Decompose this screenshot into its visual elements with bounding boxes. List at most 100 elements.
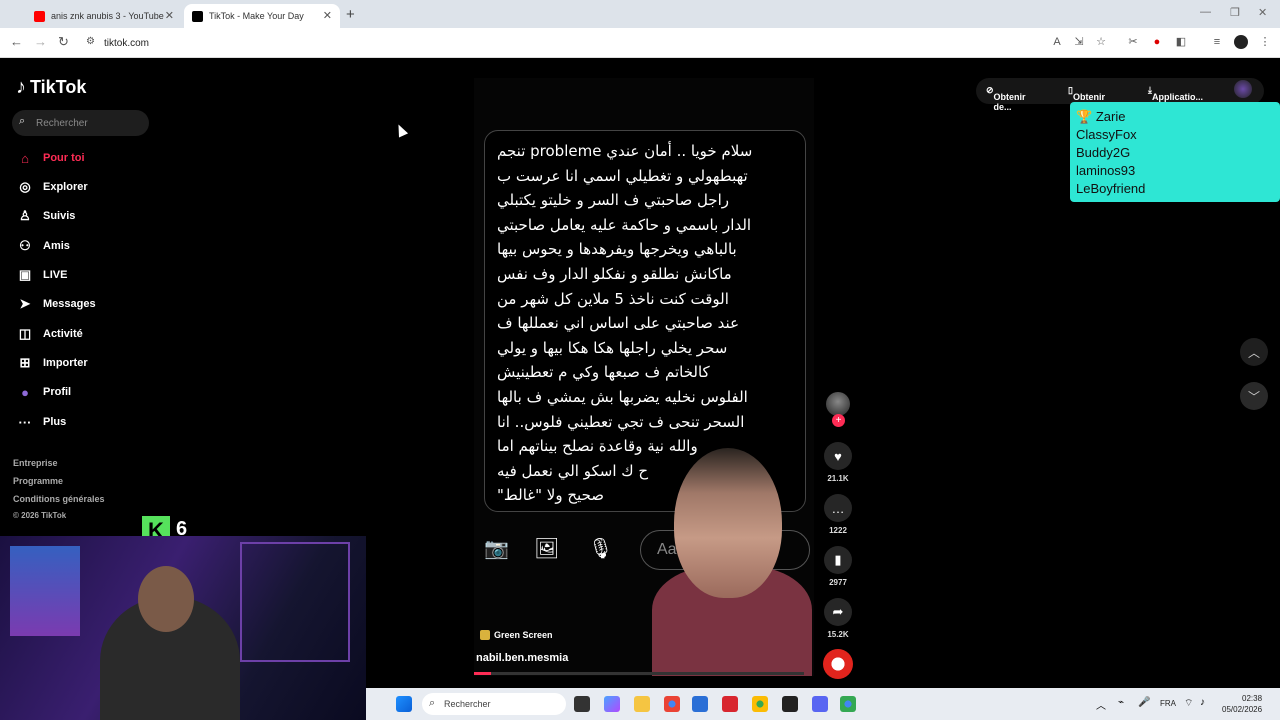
video-author[interactable]: nabil.ben.mesmia [476, 652, 568, 664]
language-indicator[interactable]: FRA [1160, 699, 1176, 708]
close-tab-icon[interactable]: ✕ [323, 9, 332, 22]
sidebar-item-label: Explorer [43, 181, 88, 193]
clock-date: 05/02/2026 [1222, 705, 1263, 714]
close-window-icon[interactable]: ✕ [1258, 6, 1267, 19]
windows-start-icon[interactable] [396, 696, 412, 712]
download-app-button[interactable]: ⤓ Applicatio... [1148, 85, 1203, 102]
obs-icon[interactable] [782, 696, 798, 712]
address-bar[interactable]: ⚙ tiktok.com [80, 32, 1040, 54]
get-coins-button[interactable]: ⊘ Obtenir de... [986, 85, 1026, 112]
close-tab-icon[interactable]: ✕ [165, 9, 174, 22]
previous-video-button[interactable]: ︿ [1240, 338, 1268, 366]
wifi-icon[interactable]: ⌔ [1184, 697, 1193, 710]
message-line: سلام خويا .. أمان عندي probleme تنجم [497, 142, 753, 160]
sidebar-item-activite[interactable]: ◫ Activité [16, 324, 83, 344]
search-icon: ⌕ [429, 697, 436, 709]
volume-icon[interactable]: ♪ [1200, 697, 1205, 708]
chrome-active-icon[interactable] [840, 696, 856, 712]
tiktok-favicon-icon [192, 10, 203, 22]
footer-link-entreprise[interactable]: Entreprise [13, 458, 58, 468]
image-icon: 🖼 [534, 538, 560, 560]
sidebar-item-label: Suivis [43, 210, 76, 222]
chrome-profile-icon[interactable] [752, 696, 768, 712]
sidebar-item-explorer[interactable]: ◎ Explorer [16, 177, 88, 197]
video-progress-bar[interactable] [474, 672, 804, 675]
message-line: بالباهي ويخرجها ويفرهدها و يحوس بيها [497, 240, 737, 259]
profile-avatar-icon[interactable] [1234, 35, 1248, 49]
tab-youtube[interactable]: anis znk anubis 3 - YouTube ✕ [26, 4, 182, 28]
message-line: ماكانش نطلقو و نفكلو الدار وف نفس [497, 264, 732, 283]
sidebar-item-label: Profil [43, 386, 72, 398]
sidebar-item-amis[interactable]: ⚇ Amis [16, 236, 70, 256]
taskbar-search[interactable]: ⌕ Rechercher [422, 693, 566, 715]
sidebar-item-plus[interactable]: ··· Plus [16, 412, 67, 432]
extension-icon[interactable]: ✂ [1126, 35, 1140, 49]
forward-icon[interactable]: → [34, 34, 47, 49]
app-icon[interactable] [722, 696, 738, 712]
chrome-icon[interactable] [664, 696, 680, 712]
reload-icon[interactable]: ↻ [58, 34, 69, 50]
share-action[interactable]: ➦ 15.2K [824, 598, 852, 639]
discord-icon[interactable] [812, 696, 828, 712]
task-view-icon[interactable] [574, 696, 590, 712]
copyright: © 2026 TikTok [13, 511, 67, 520]
back-icon[interactable]: ← [10, 34, 23, 49]
video-player[interactable]: سلام خويا .. أمان عندي probleme تنجم تهب… [474, 78, 814, 676]
opera-icon[interactable]: ● [1150, 35, 1164, 49]
sidebar-item-label: LIVE [43, 269, 68, 281]
tray-chevron-icon[interactable]: ︿ [1096, 697, 1106, 712]
system-clock[interactable]: 02:38 05/02/2026 [1222, 693, 1262, 715]
install-icon[interactable]: ⇲ [1072, 35, 1086, 49]
sidebar-item-importer[interactable]: ⊞ Importer [16, 353, 88, 373]
user-avatar[interactable] [1234, 80, 1252, 98]
creator-avatar[interactable] [826, 392, 850, 416]
puzzle-icon[interactable]: ◧ [1174, 35, 1188, 49]
store-icon[interactable] [692, 696, 708, 712]
next-video-button[interactable]: ﹀ [1240, 382, 1268, 410]
get-app-button[interactable]: ▯ Obtenir l'a... [1068, 85, 1105, 112]
sidebar-item-profil[interactable]: ● Profil [16, 382, 71, 402]
bookmark-star-icon[interactable]: ☆ [1094, 35, 1108, 49]
message-line: سحر يخلي راجلها هكا هكا بيها و يولي [497, 338, 728, 357]
list-item: ClassyFox [1076, 127, 1137, 142]
search-input[interactable]: ⌕ Rechercher [12, 110, 149, 136]
tiktok-logo[interactable]: ♪ TikTok [16, 76, 86, 99]
follow-button[interactable]: + [832, 414, 845, 427]
viewer-list-overlay: 🏆 Zarie ClassyFox Buddy2G laminos93 LeBo… [1070, 102, 1280, 202]
new-tab-button[interactable]: + [346, 6, 355, 23]
music-disc-icon[interactable] [823, 649, 853, 679]
tab-label: anis znk anubis 3 - YouTube [51, 11, 164, 21]
webcam-shelf [240, 542, 350, 662]
reading-list-icon[interactable]: ≡ [1210, 35, 1224, 49]
message-line: كالخاتم ف صبعها وكي م تعطينيش [497, 363, 710, 382]
sidebar-item-live[interactable]: ▣ LIVE [16, 265, 68, 285]
mic-tray-icon[interactable]: 🎤 [1138, 697, 1150, 708]
messages-icon: ➤ [19, 296, 31, 311]
site-info-icon[interactable]: ⚙ [86, 36, 95, 47]
tab-tiktok[interactable]: TikTok - Make Your Day ✕ [184, 4, 340, 28]
mouse-cursor-icon [393, 122, 409, 138]
comment-action[interactable]: … 1222 [824, 494, 852, 535]
message-line: راجل صاحبتي ف السر و خليتو يكتبلي [497, 191, 729, 210]
network-icon[interactable]: ⌁ [1118, 697, 1124, 708]
save-action[interactable]: ▮ 2977 [824, 546, 852, 587]
translate-icon[interactable]: A [1050, 35, 1064, 49]
maximize-icon[interactable]: ❐ [1230, 6, 1240, 19]
menu-kebab-icon[interactable]: ⋮ [1258, 35, 1272, 49]
like-count: 21.1K [827, 474, 849, 483]
message-line: عند صاحبتي على اساس اني نعمللها ف [497, 314, 740, 333]
clock-time: 02:38 [1242, 694, 1263, 703]
footer-link-programme[interactable]: Programme [13, 476, 63, 486]
search-placeholder: Rechercher [36, 117, 88, 129]
footer-link-conditions[interactable]: Conditions générales [13, 494, 105, 504]
sidebar-item-messages[interactable]: ➤ Messages [16, 294, 96, 314]
like-action[interactable]: ♥ 21.1K [824, 442, 852, 483]
effect-tag[interactable]: Green Screen [480, 630, 553, 640]
sidebar-item-pour-toi[interactable]: ⌂ Pour toi [16, 148, 85, 168]
sidebar-item-suivis[interactable]: ♙ Suivis [16, 206, 75, 226]
taskbar-search-label: Rechercher [444, 699, 491, 709]
minimize-icon[interactable]: — [1200, 6, 1211, 18]
file-explorer-icon[interactable] [634, 696, 650, 712]
tiktok-note-icon: ♪ [16, 76, 26, 98]
copilot-icon[interactable] [604, 696, 620, 712]
